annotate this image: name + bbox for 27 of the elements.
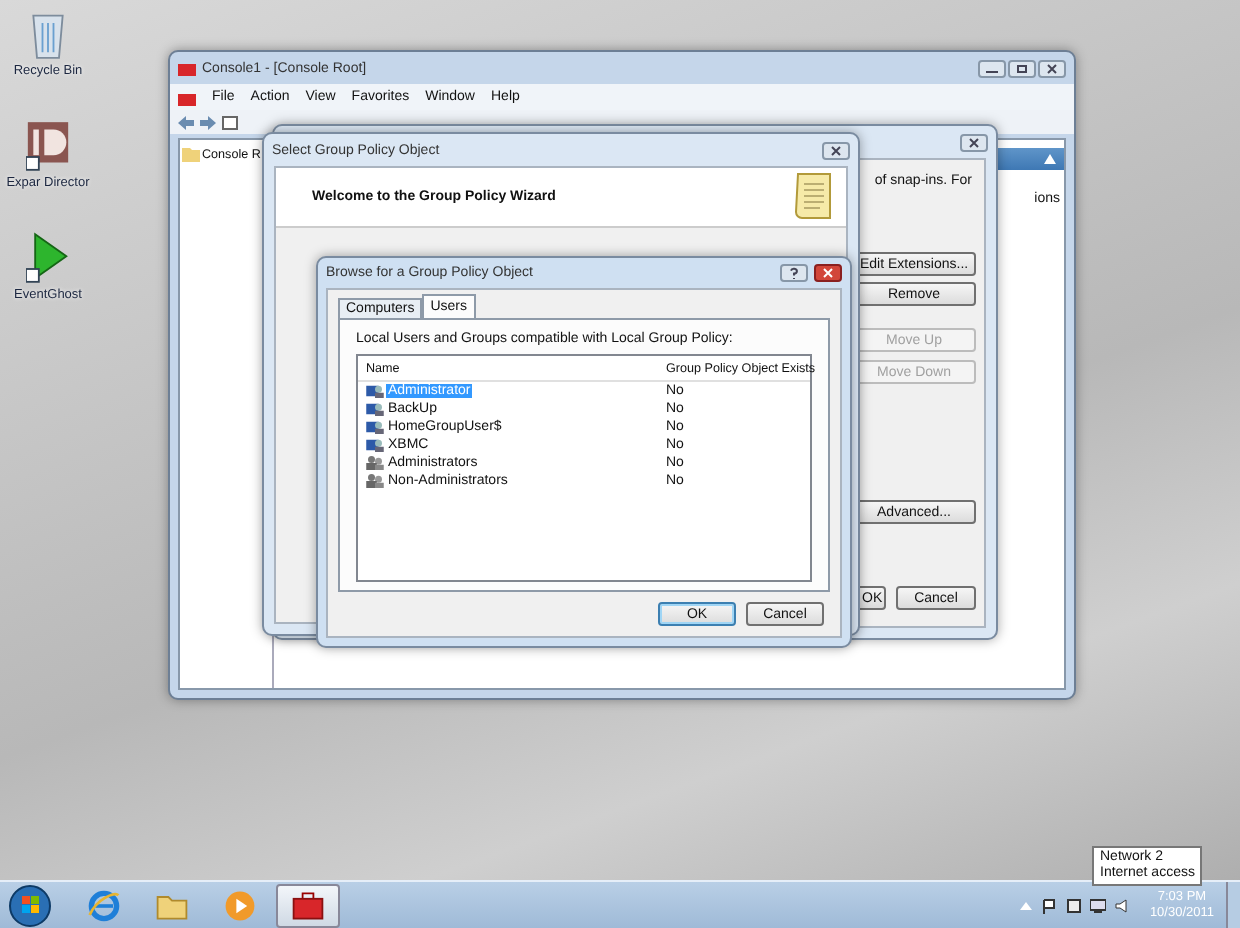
play-icon	[26, 232, 70, 284]
user-icon	[366, 384, 384, 398]
start-button[interactable]	[8, 883, 52, 927]
scroll-icon	[790, 170, 834, 224]
help-button[interactable]	[780, 264, 808, 282]
flag-icon[interactable]	[1041, 897, 1058, 913]
users-icon	[366, 456, 384, 470]
close-button[interactable]	[814, 264, 842, 282]
restore-button[interactable]	[1008, 59, 1036, 77]
browser-icon[interactable]	[86, 887, 122, 923]
user-icon	[366, 438, 384, 452]
minimize-button[interactable]	[978, 59, 1006, 77]
network-icon[interactable]	[1089, 897, 1106, 913]
close-button[interactable]	[960, 133, 988, 151]
users-icon	[366, 474, 384, 488]
shortcut-app-icon	[26, 120, 70, 172]
back-arrow-icon[interactable]	[178, 115, 194, 129]
show-desktop-button[interactable]	[1226, 881, 1240, 928]
collapse-arrow-icon[interactable]	[1044, 154, 1056, 164]
close-button[interactable]	[822, 141, 850, 159]
volume-icon[interactable]	[1113, 897, 1130, 913]
user-icon	[366, 420, 384, 434]
tray-app-icon[interactable]	[1065, 897, 1082, 913]
forward-arrow-icon[interactable]	[200, 115, 216, 129]
folder-icon	[182, 146, 200, 162]
close-button[interactable]	[1038, 59, 1066, 77]
user-icon	[366, 402, 384, 416]
